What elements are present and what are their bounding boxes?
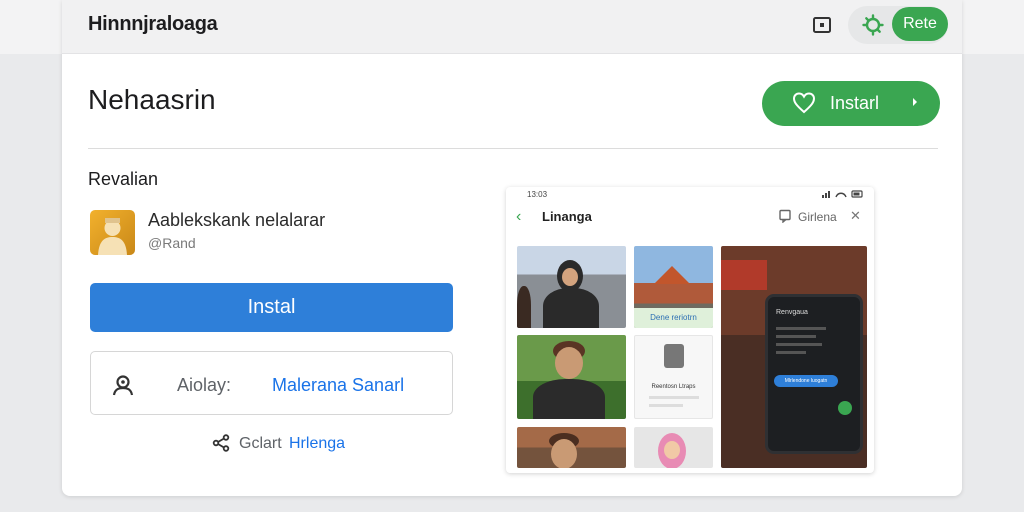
app-screenshot-preview[interactable]: 13:03 ‹ Linanga Girlena ✕ Dene reriotrn [506, 187, 874, 473]
settings-button[interactable] [860, 12, 886, 38]
back-arrow-icon[interactable]: ‹ [516, 208, 521, 226]
gear-icon [862, 14, 884, 36]
section-heading: Revalian [88, 169, 159, 189]
app-icon [90, 210, 135, 255]
phone-mockup: Renvgaua Mlrlendone luogatn [765, 294, 863, 454]
account-name: Malerana Sanarl [272, 375, 405, 395]
phone-title: Renvgaua [776, 309, 808, 316]
divider [88, 148, 938, 149]
photo-tile-phone[interactable]: Renvgaua Mlrlendone luogatn [721, 246, 867, 468]
rate-button[interactable]: Rete [892, 7, 948, 41]
share-target: Hrlenga [289, 435, 346, 452]
app-developer-handle: @Rand [148, 235, 196, 251]
photo-tile-woman-2[interactable] [634, 427, 713, 468]
page-title: Nehaasrin [88, 84, 216, 115]
brand-title: Hinnnjraloaga [88, 13, 218, 35]
cast-icon [813, 17, 831, 33]
cast-button[interactable] [810, 13, 834, 37]
close-icon[interactable]: ✕ [850, 208, 861, 224]
top-bar: Hinnnjraloaga Rete [62, 0, 962, 54]
phone-fab [838, 401, 852, 415]
app-logo-icon [98, 218, 127, 255]
preview-right-label: Girlena [798, 210, 837, 224]
share-prefix: Gclart [239, 435, 282, 452]
phone-message-bubble: Mlrlendone luogatn [774, 375, 838, 387]
install-top-label: Instarl [830, 93, 880, 113]
heart-icon [792, 92, 816, 114]
photo-tile-man[interactable] [517, 335, 626, 419]
install-top-button[interactable]: Instarl [762, 81, 940, 126]
tile-caption: Dene reriotrn [634, 308, 713, 328]
photo-tile-woman[interactable] [517, 246, 626, 328]
chat-icon[interactable] [778, 209, 792, 223]
install-button[interactable]: Instal [90, 283, 453, 332]
account-selector[interactable]: Aiolay: Malerana Sanarl [90, 351, 453, 415]
profile-card-tile[interactable]: Reentosn Ltraps [634, 335, 713, 419]
photo-tile-village[interactable]: Dene reriotrn [634, 246, 713, 328]
account-icon [112, 375, 134, 396]
preview-title: Linanga [542, 209, 592, 224]
share-icon [212, 434, 230, 452]
app-name: Aablekskank nelalarar [148, 210, 326, 230]
app-install-card: Hinnnjraloaga Rete Nehaasrin Instarl Rev… [62, 0, 962, 496]
chevron-right-icon [913, 98, 917, 106]
account-label: Aiolay: [177, 375, 232, 395]
tile-caption: Reentosn Ltraps [651, 384, 696, 390]
status-bar-icons [822, 190, 863, 198]
photo-tile-man-2[interactable] [517, 427, 626, 468]
preview-status-time: 13:03 [527, 190, 548, 199]
